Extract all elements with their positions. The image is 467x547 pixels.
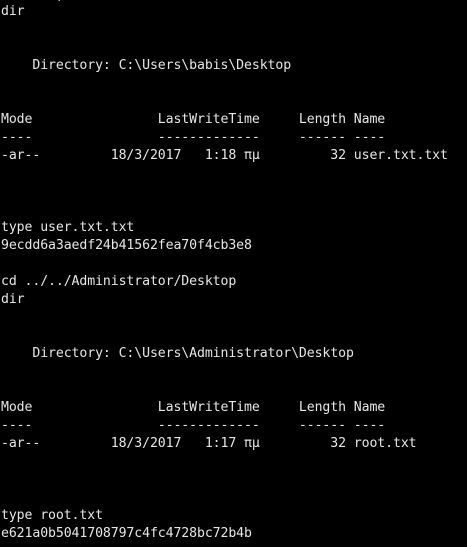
terminal-line-output: 9ecdd6a3aedf24b41562fea70f4cb3e8 — [1, 238, 252, 253]
terminal-line-command: type user.txt.txt — [1, 220, 135, 235]
terminal-window[interactable]: , dir Directory: C:\Users\babis\Desktop … — [0, 0, 467, 547]
terminal-line-file-row: -ar-- 18/3/2017 1:18 πμ 32 user.txt.txt — [1, 148, 448, 163]
terminal-line-table-header: Mode LastWriteTime Length Name — [1, 112, 386, 127]
terminal-line-directory: Directory: C:\Users\Administrator\Deskto… — [1, 346, 354, 361]
terminal-line-table-separator: ---- ------------- ------ ---- — [1, 418, 386, 433]
terminal-line-table-header: Mode LastWriteTime Length Name — [1, 400, 386, 415]
terminal-line-command: dir — [1, 4, 25, 19]
terminal-line-command: dir — [1, 292, 25, 307]
terminal-line-file-row: -ar-- 18/3/2017 1:17 πμ 32 root.txt — [1, 436, 417, 451]
terminal-line-output: e621a0b5041708797c4fc4728bc72b4b — [1, 526, 252, 541]
terminal-line-command: cd ../../Administrator/Desktop — [1, 274, 237, 289]
terminal-line-table-separator: ---- ------------- ------ ---- — [1, 130, 386, 145]
terminal-line-directory: Directory: C:\Users\babis\Desktop — [1, 58, 292, 73]
terminal-line-command: type root.txt — [1, 508, 103, 523]
